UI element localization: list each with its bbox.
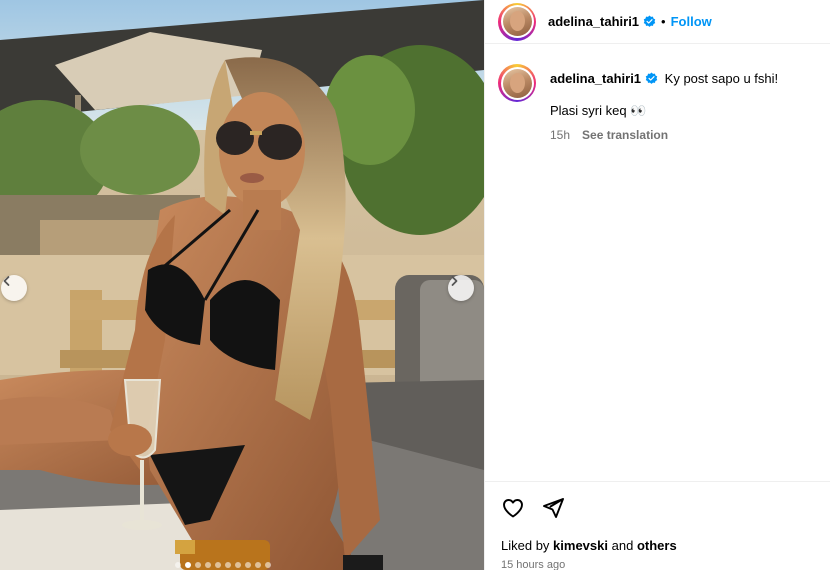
carousel-dot [265,562,271,568]
carousel-dot [195,562,201,568]
caption-age[interactable]: 15h [550,126,570,144]
header-username[interactable]: adelina_tahiri1 [548,14,639,29]
carousel-dot [255,562,261,568]
paper-plane-icon [543,498,564,518]
chevron-left-icon [3,276,10,286]
post-actions: Liked by kimevski and others 15 hours ag… [485,481,830,570]
liked-by-user-link[interactable]: kimevski [553,538,608,553]
verified-badge-icon [645,72,658,85]
likes-summary: Liked by kimevski and others [501,538,815,553]
caption-text-line1: Ky post sapo u fshi! [664,71,779,86]
carousel-dot [185,562,191,568]
liked-by-others-link[interactable]: others [637,538,677,553]
carousel-dot [205,562,211,568]
heart-icon [503,499,523,518]
verified-badge-icon [643,15,656,28]
carousel-dot [215,562,221,568]
post-timestamp[interactable]: 15 hours ago [501,559,815,570]
carousel-dot [175,562,181,568]
previous-slide-button[interactable] [1,275,27,301]
post-media[interactable] [0,0,484,570]
share-button[interactable] [541,496,565,520]
caption-avatar[interactable] [498,64,536,102]
chevron-right-icon [451,276,458,286]
separator-dot: • [661,14,666,29]
liked-by-prefix: Liked by [501,538,550,553]
see-translation-link[interactable]: See translation [582,126,668,144]
carousel-indicator [175,562,271,568]
post-side-panel: adelina_tahiri1 • Follow adelina_tahiri1 [484,0,830,570]
caption-username[interactable]: adelina_tahiri1 [550,71,641,86]
caption-text-line2: Plasi syri keq 👀 [550,103,647,118]
like-button[interactable] [501,496,525,520]
avatar[interactable] [498,2,536,41]
post-header: adelina_tahiri1 • Follow [485,0,830,44]
carousel-dot [245,562,251,568]
carousel-dot [235,562,241,568]
caption: adelina_tahiri1 Ky post sapo u fshi! Pla… [498,64,818,144]
post-photo [0,0,484,570]
follow-button[interactable]: Follow [671,14,712,29]
carousel-dot [225,562,231,568]
next-slide-button[interactable] [448,275,474,301]
liked-by-and: and [611,538,634,553]
